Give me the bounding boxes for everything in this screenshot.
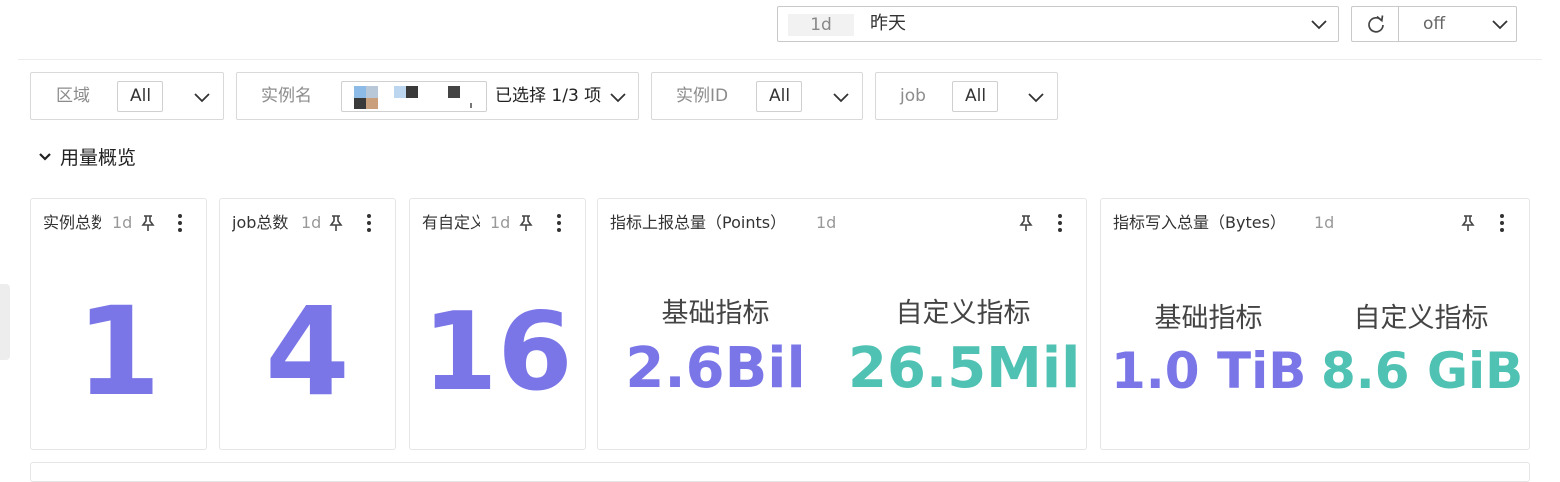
chevron-down-icon[interactable] (609, 88, 627, 106)
custom-metric-value: 26.5Mil (848, 336, 1081, 401)
filter-region: 区域 All (30, 72, 224, 120)
more-icon[interactable] (1499, 213, 1505, 233)
divider (18, 59, 1542, 60)
metric-value: 4 (265, 281, 350, 423)
selection-summary[interactable]: 已选择 1/3 项 (495, 85, 601, 107)
filter-label: 实例名 (261, 86, 312, 106)
time-range-select[interactable]: 1d 昨天 (777, 6, 1339, 42)
collapse-toggle[interactable] (36, 148, 54, 166)
card-interval: 1d (112, 213, 133, 232)
more-icon[interactable] (556, 213, 562, 233)
chevron-down-icon[interactable] (1027, 88, 1045, 106)
card-job-total: job总数 1d 4 (219, 198, 396, 450)
pin-icon[interactable] (1458, 213, 1478, 233)
metric-value: 1 (76, 281, 161, 423)
time-range-label: 昨天 (870, 13, 906, 34)
section-title: 用量概览 (60, 147, 137, 169)
custom-metric-label: 自定义指标 (895, 298, 1031, 329)
filter-label: 实例ID (676, 86, 729, 106)
basic-metric-value: 1.0 TiB (1111, 342, 1307, 400)
card-instance-total: 实例总数 1d 1 (30, 198, 207, 450)
more-icon[interactable] (366, 213, 372, 233)
refresh-icon[interactable] (1366, 14, 1386, 34)
card-title: job总数 (232, 213, 289, 232)
card-bytes: 指标写入总量（Bytes） 1d 基础指标 1.0 TiB 自定义指标 8.6 … (1100, 198, 1530, 450)
pin-icon[interactable] (138, 213, 158, 233)
auto-refresh-value: off (1423, 14, 1446, 34)
refresh-control: off (1351, 6, 1517, 42)
card-title: 指标上报总量（Points） (610, 213, 787, 232)
selected-instance-tag (341, 81, 487, 112)
filter-instance-name: 实例名 已选择 1/3 项 (236, 72, 639, 120)
custom-metric-value: 8.6 GiB (1321, 342, 1524, 400)
filter-instance-id: 实例ID All (651, 72, 863, 120)
chevron-down-icon (39, 153, 51, 161)
card-title: 有自定义 (422, 213, 480, 232)
filter-instance-id-value[interactable]: All (756, 81, 802, 112)
card-interval: 1d (301, 213, 322, 232)
filter-label: 区域 (56, 86, 90, 106)
filter-job: job All (875, 72, 1058, 120)
card-interval: 1d (490, 213, 511, 232)
metric-value: 16 (422, 290, 573, 415)
card-points: 指标上报总量（Points） 1d 基础指标 2.6Bil 自定义指标 26.5… (597, 198, 1087, 450)
card-title: 实例总数 (43, 213, 101, 232)
basic-metric-label: 基础指标 (1154, 303, 1263, 334)
chevron-down-icon[interactable] (193, 88, 211, 106)
auto-refresh-select[interactable]: off (1399, 7, 1516, 41)
basic-metric-value: 2.6Bil (625, 336, 806, 401)
more-icon[interactable] (177, 213, 183, 233)
chevron-down-icon (1311, 20, 1327, 30)
pin-icon[interactable] (326, 213, 346, 233)
custom-metric-label: 自定义指标 (1353, 303, 1489, 334)
redacted-instance-names (354, 86, 472, 109)
card-interval: 1d (816, 213, 837, 232)
filter-label: job (900, 86, 926, 106)
chevron-down-icon[interactable] (832, 88, 850, 106)
next-panel (30, 462, 1530, 482)
chevron-down-icon (1492, 20, 1508, 30)
pin-icon[interactable] (516, 213, 536, 233)
sidebar-handle[interactable] (0, 284, 10, 360)
card-custom-total: 有自定义 1d 16 (409, 198, 586, 450)
card-title: 指标写入总量（Bytes） (1113, 213, 1286, 232)
basic-metric-label: 基础指标 (661, 298, 770, 329)
filter-job-value[interactable]: All (952, 81, 998, 112)
filter-region-value[interactable]: All (117, 81, 163, 112)
card-interval: 1d (1314, 213, 1335, 232)
time-range-short: 1d (788, 14, 854, 36)
more-icon[interactable] (1057, 213, 1063, 233)
pin-icon[interactable] (1016, 213, 1036, 233)
